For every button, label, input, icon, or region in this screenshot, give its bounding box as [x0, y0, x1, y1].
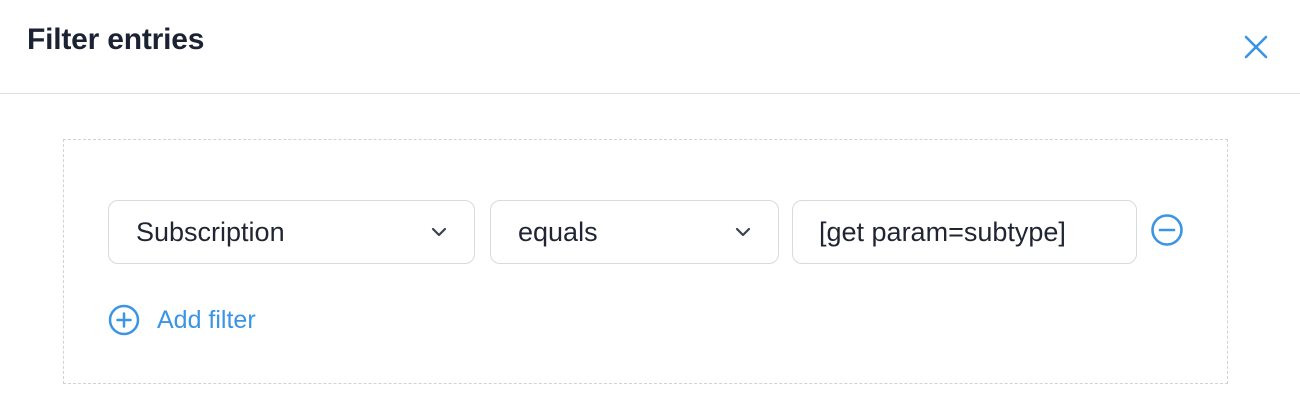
- plus-circle-icon: [108, 304, 140, 336]
- value-input[interactable]: [get param=subtype]: [792, 200, 1137, 264]
- operator-select[interactable]: equals: [490, 200, 779, 264]
- add-filter-button[interactable]: Add filter: [107, 302, 256, 338]
- value-input-text: [get param=subtype]: [819, 217, 1066, 247]
- filter-dialog: Filter entries Subscription equals [get …: [0, 0, 1300, 400]
- operator-select-value: equals: [518, 217, 598, 247]
- close-button[interactable]: [1239, 30, 1273, 64]
- dialog-title: Filter entries: [27, 23, 205, 56]
- chevron-down-icon: [431, 227, 447, 237]
- remove-filter-button[interactable]: [1149, 212, 1185, 248]
- field-select-value: Subscription: [136, 217, 285, 247]
- chevron-down-icon: [735, 227, 751, 237]
- dialog-header: Filter entries: [0, 0, 1300, 94]
- close-icon: [1244, 35, 1268, 59]
- minus-circle-icon: [1151, 214, 1183, 246]
- field-select[interactable]: Subscription: [108, 200, 475, 264]
- add-filter-label: Add filter: [157, 306, 256, 334]
